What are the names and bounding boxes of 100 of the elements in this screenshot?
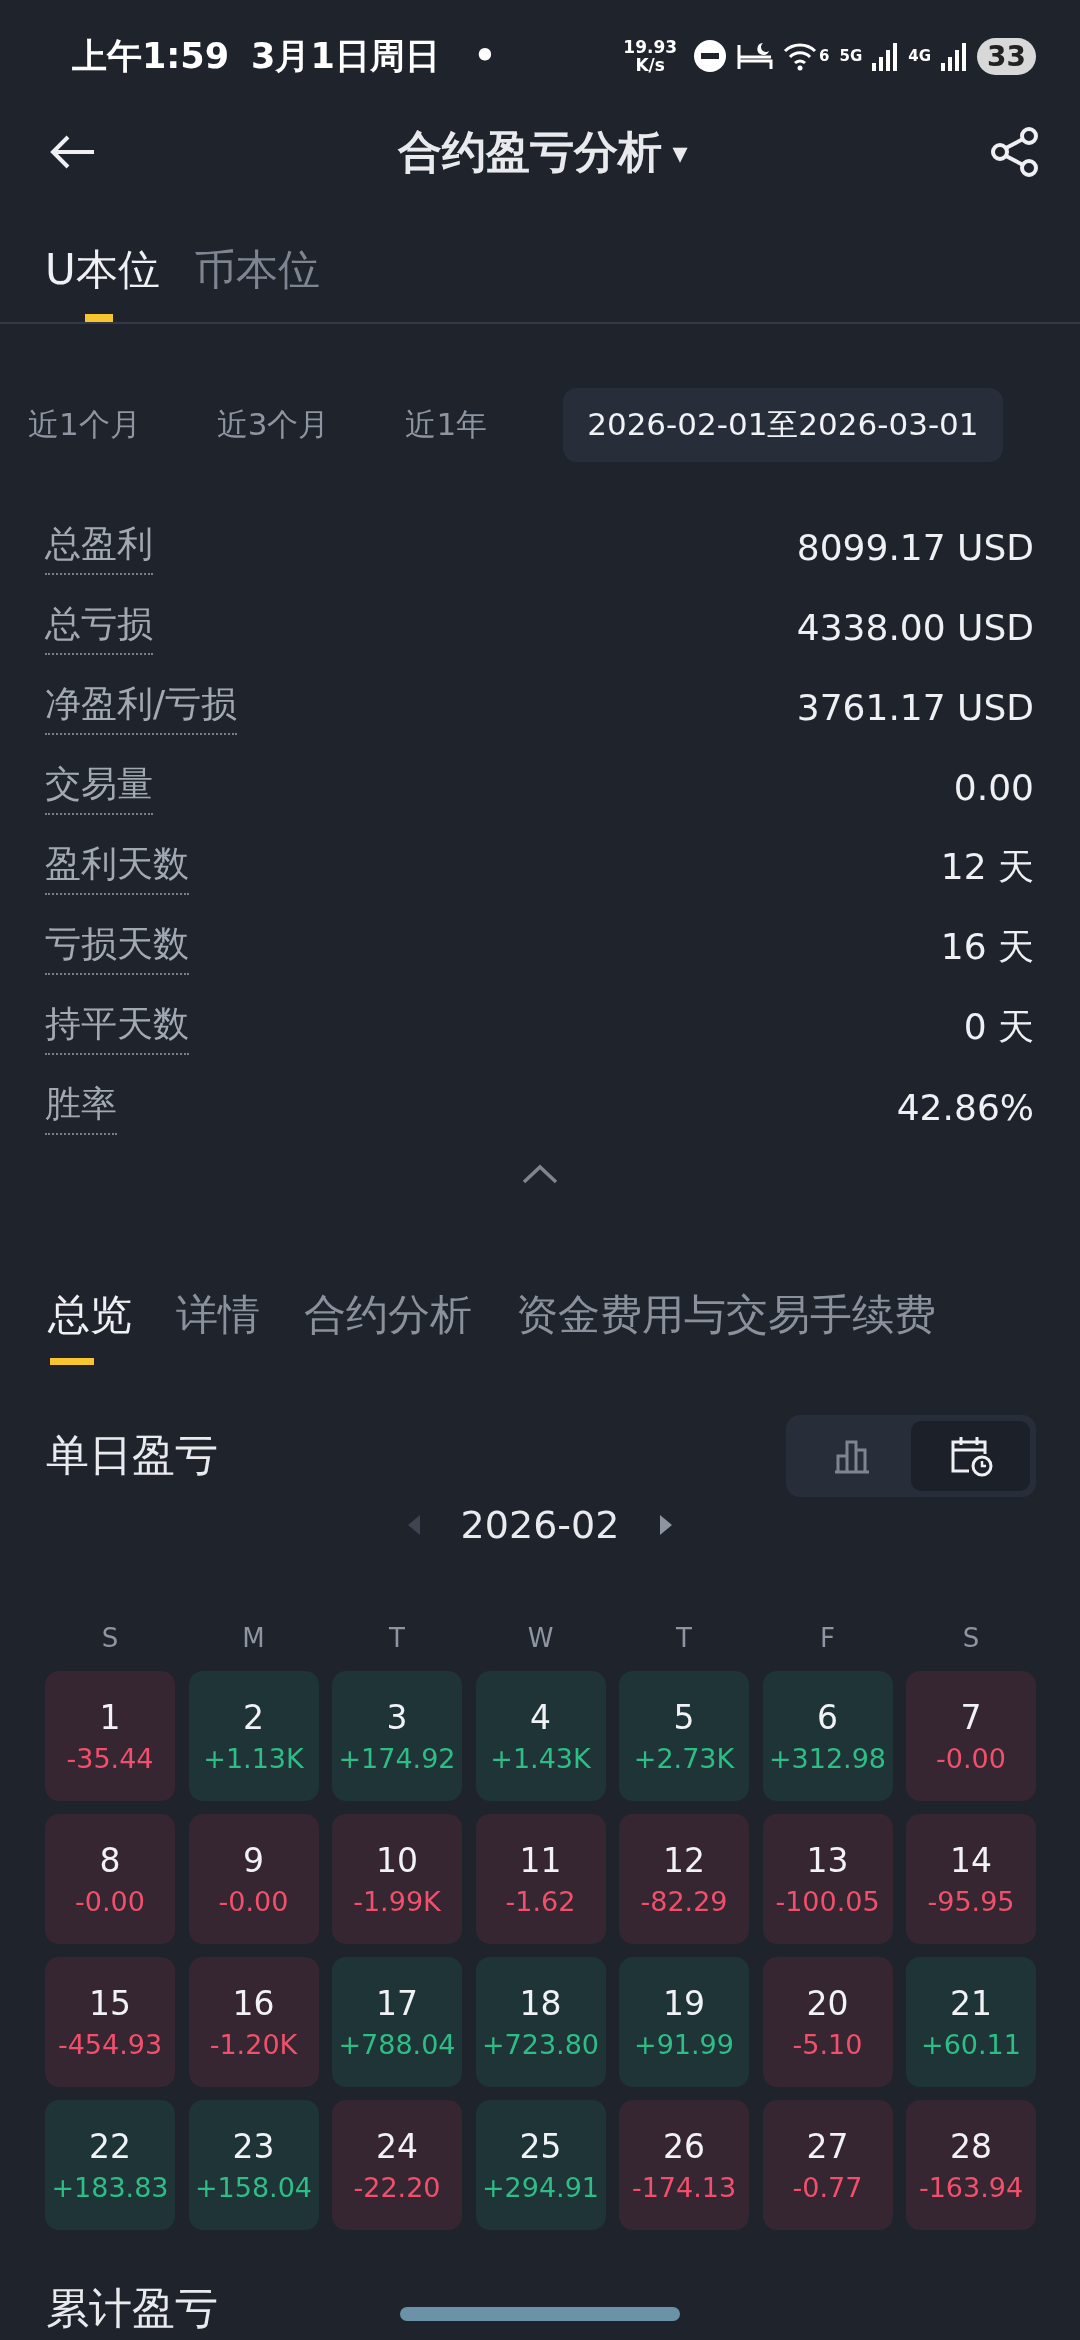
day-pnl: +294.91 [481, 2172, 600, 2203]
day-pnl: +174.92 [338, 1743, 456, 1774]
day-number: 27 [806, 2127, 849, 2166]
calendar-day[interactable]: 10 -1.99K [332, 1814, 462, 1944]
calendar-day[interactable]: 17 +788.04 [332, 1957, 462, 2087]
period-option[interactable]: 2026-02-01至2026-03-01 [563, 388, 1003, 462]
page-title[interactable]: 合约盈亏分析 ▾ [398, 122, 688, 182]
calendar-day[interactable]: 9 -0.00 [188, 1814, 319, 1944]
calendar-day[interactable]: 6 +312.98 [762, 1671, 893, 1801]
day-pnl: -5.10 [792, 2029, 863, 2060]
next-month-icon[interactable] [659, 1514, 674, 1536]
collapse-chevron-icon[interactable] [521, 1163, 559, 1185]
day-number: 3 [386, 1698, 408, 1737]
stat-value: 3761.17 USD [796, 686, 1034, 728]
day-pnl: +60.11 [921, 2029, 1021, 2060]
calendar-day[interactable]: 2 +1.13K [188, 1671, 319, 1801]
stat-label: 亏损天数 [45, 919, 189, 975]
day-pnl: -0.77 [792, 2172, 863, 2203]
stat-value: 16 天 [940, 924, 1034, 969]
section-tab[interactable]: 总览 [48, 1287, 132, 1365]
day-number: 12 [663, 1841, 705, 1880]
day-number: 15 [89, 1984, 131, 2023]
day-pnl: -1.20K [209, 2029, 298, 2060]
calendar-day[interactable]: 25 +294.91 [475, 2100, 606, 2230]
calendar-day[interactable]: 20 -5.10 [762, 1957, 893, 2087]
calendar-day[interactable]: 1 -35.44 [45, 1671, 175, 1801]
calendar-day[interactable]: 5 +2.73K [619, 1671, 749, 1801]
day-pnl: -35.44 [66, 1743, 154, 1774]
day-pnl: -163.94 [918, 2172, 1024, 2203]
calendar-day[interactable]: 14 -95.95 [906, 1814, 1036, 1944]
calendar-day[interactable]: 22 +183.83 [45, 2100, 175, 2230]
day-number: 16 [232, 1984, 275, 2023]
stat-value: 4338.00 USD [796, 606, 1034, 648]
network-label: 5G [839, 47, 863, 65]
month-label: 2026-02 [460, 1503, 620, 1547]
stat-value: 8099.17 USD [796, 526, 1034, 568]
share-icon[interactable] [990, 127, 1040, 177]
section-tab[interactable]: 资金费用与交易手续费 [516, 1287, 936, 1365]
section-tab[interactable]: 合约分析 [304, 1287, 472, 1365]
calendar-day[interactable]: 13 -100.05 [762, 1814, 893, 1944]
calendar-day[interactable]: 16 -1.20K [188, 1957, 319, 2087]
day-number: 10 [376, 1841, 418, 1880]
weekday-label: M [241, 1623, 266, 1653]
weekday-label: S [100, 1623, 120, 1653]
section-tab[interactable]: 详情 [176, 1287, 260, 1365]
day-pnl: +788.04 [338, 2029, 456, 2060]
day-number: 4 [530, 1698, 551, 1737]
calendar-day[interactable]: 24 -22.20 [332, 2100, 462, 2230]
calendar-day[interactable]: 19 +91.99 [619, 1957, 749, 2087]
stat-value: 12 天 [940, 844, 1034, 889]
status-date: 3月1日周日 [251, 34, 440, 78]
stat-label: 总亏损 [45, 599, 153, 655]
calendar-day[interactable]: 21 +60.11 [906, 1957, 1036, 2087]
section-title: 单日盈亏 [46, 1429, 218, 1482]
day-pnl: +183.83 [51, 2172, 169, 2203]
back-arrow-icon[interactable] [50, 134, 96, 170]
day-number: 19 [663, 1984, 705, 2023]
currency-tab[interactable]: 币本位 [193, 232, 320, 322]
day-pnl: -22.20 [353, 2172, 441, 2203]
calendar-day[interactable]: 7 -0.00 [906, 1671, 1036, 1801]
day-number: 14 [950, 1841, 992, 1880]
day-number: 1 [99, 1698, 121, 1737]
calendar-day[interactable]: 18 +723.80 [475, 1957, 606, 2087]
stat-label: 交易量 [45, 759, 153, 815]
period-option[interactable]: 近3个月 [216, 388, 330, 462]
stat-value: 0.00 [953, 766, 1034, 808]
period-option[interactable]: 近1个月 [28, 388, 141, 462]
day-number: 7 [960, 1698, 982, 1737]
stat-label: 净盈利/亏损 [45, 679, 238, 735]
calendar-day[interactable]: 12 -82.29 [619, 1814, 749, 1944]
day-pnl: +91.99 [634, 2029, 734, 2060]
period-option[interactable]: 近1年 [405, 388, 488, 462]
day-pnl: -454.93 [57, 2029, 163, 2060]
status-time: 上午1:59 [72, 34, 230, 78]
section-title: 累计盈亏 [46, 2282, 218, 2335]
day-number: 5 [673, 1698, 695, 1737]
weekday-label: F [819, 1623, 836, 1653]
day-number: 23 [232, 2127, 275, 2166]
battery-level: 33 [977, 37, 1036, 75]
calendar-day[interactable]: 3 +174.92 [332, 1671, 462, 1801]
network-speed: 19.93 K/s [623, 38, 678, 74]
day-number: 13 [806, 1841, 849, 1880]
calendar-day[interactable]: 27 -0.77 [762, 2100, 893, 2230]
currency-tab[interactable]: U本位 [45, 232, 160, 322]
stat-value: 42.86% [896, 1086, 1034, 1128]
day-pnl: +2.73K [633, 1743, 735, 1774]
calendar-day[interactable]: 15 -454.93 [45, 1957, 175, 2087]
calendar-day[interactable]: 28 -163.94 [906, 2100, 1036, 2230]
calendar-day[interactable]: 23 +158.04 [188, 2100, 319, 2230]
day-pnl: -0.00 [75, 1886, 145, 1917]
calendar-day[interactable]: 11 -1.62 [475, 1814, 606, 1944]
stat-label: 总盈利 [45, 519, 153, 575]
calendar-day[interactable]: 8 -0.00 [45, 1814, 175, 1944]
weekday-label: W [526, 1623, 555, 1653]
calendar-day[interactable]: 4 +1.43K [475, 1671, 606, 1801]
day-number: 20 [806, 1984, 849, 2023]
day-pnl: +158.04 [194, 2172, 313, 2203]
calendar-day[interactable]: 26 -174.13 [619, 2100, 749, 2230]
calendar-toggle[interactable] [911, 1421, 1030, 1491]
day-pnl: -100.05 [775, 1886, 880, 1917]
